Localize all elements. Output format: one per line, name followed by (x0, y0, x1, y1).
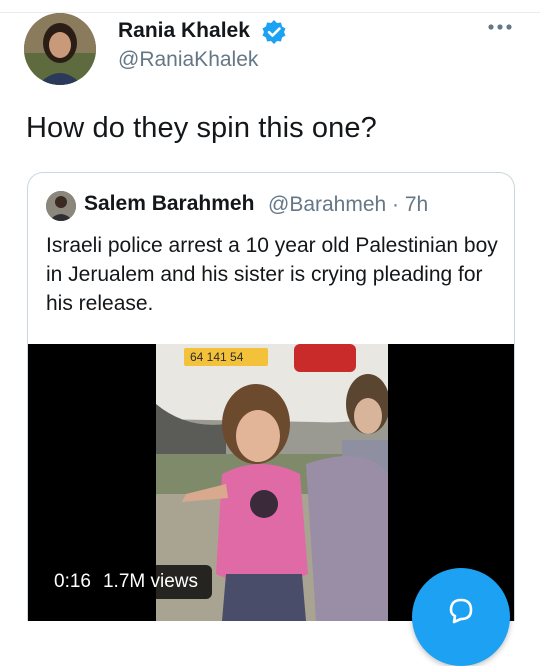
more-dots-icon[interactable] (487, 20, 513, 34)
quoted-tweet[interactable]: Salem Barahmeh @Barahmeh · 7h Israeli po… (27, 172, 515, 621)
compose-icon (449, 598, 473, 624)
compose-button[interactable] (412, 568, 510, 666)
video-duration: 0:16 (54, 571, 91, 592)
author-avatar[interactable] (24, 13, 96, 85)
verified-badge-icon (262, 20, 286, 44)
quoted-author-name[interactable]: Salem Barahmeh (84, 192, 254, 216)
license-plate: 64 141 54 (190, 350, 244, 364)
video-stats-badge: 0:16 1.7M views (40, 565, 213, 599)
top-divider (0, 12, 540, 13)
author-handle[interactable]: @RaniaKhalek (118, 48, 258, 72)
author-name[interactable]: Rania Khalek (118, 19, 250, 43)
quoted-author-avatar[interactable] (46, 191, 76, 221)
quoted-tweet-text: Israeli police arrest a 10 year old Pale… (46, 234, 498, 315)
video-views: 1.7M views (102, 571, 199, 592)
tweet-text: How do they spin this one? (26, 112, 377, 144)
quoted-author-handle[interactable]: @Barahmeh · 7h (268, 193, 428, 217)
